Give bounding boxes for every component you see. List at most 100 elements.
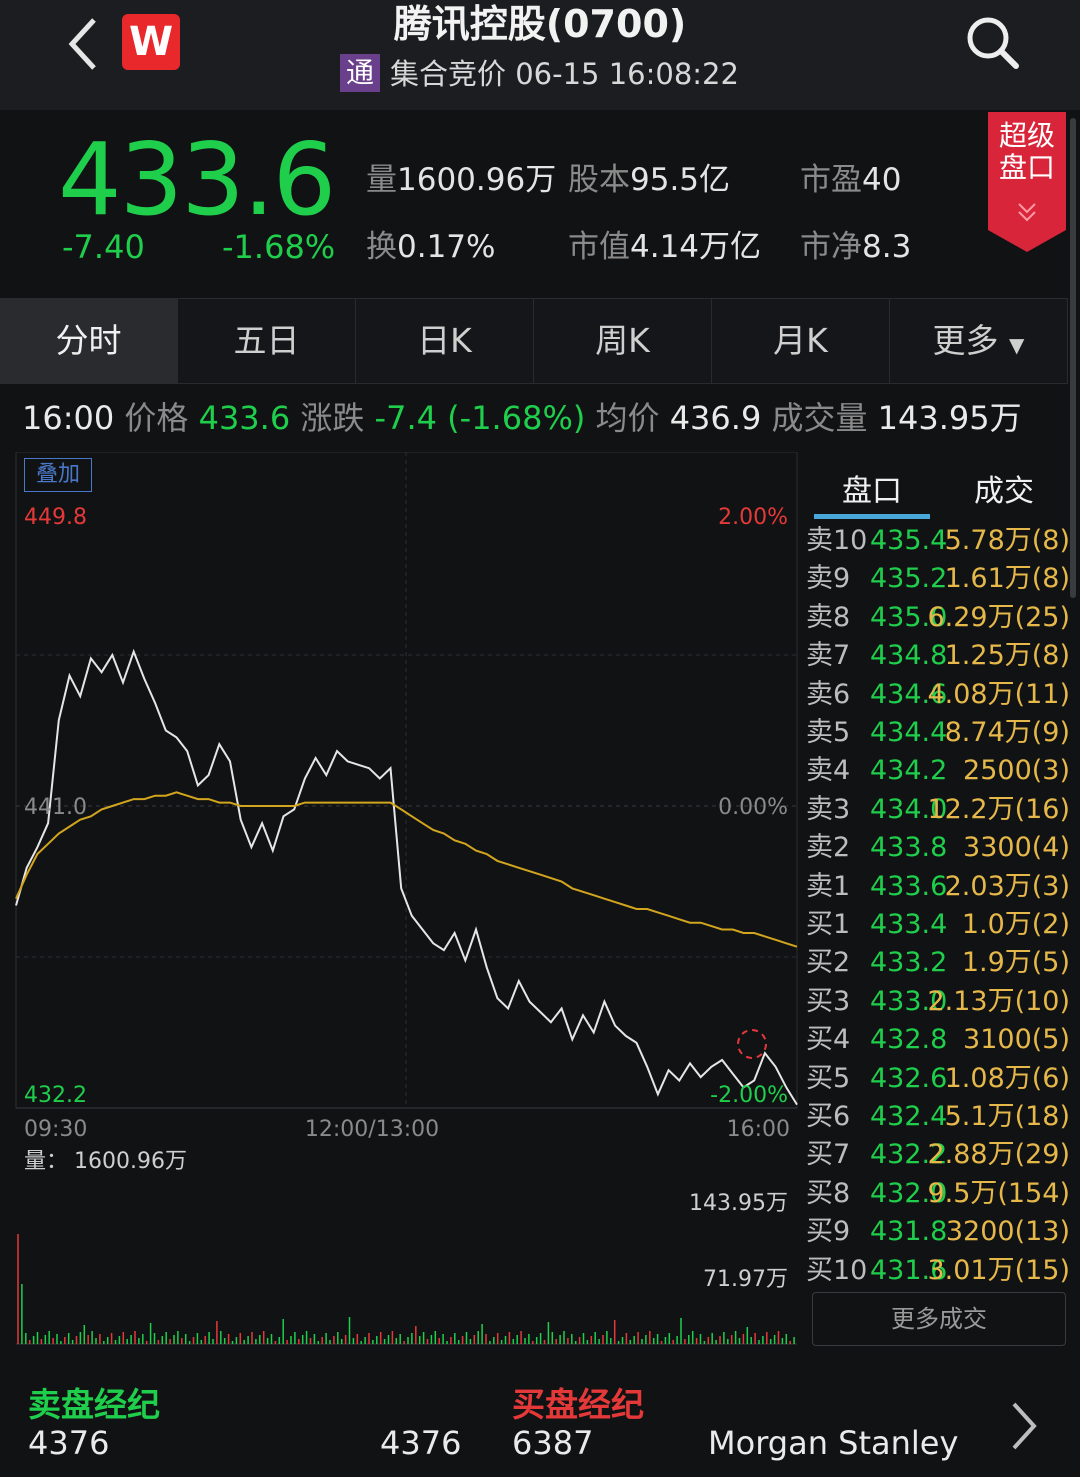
tab-monthly-k[interactable]: 月K [712,299,890,383]
stat-pe: 市盈40 [800,162,902,198]
tab-orderbook[interactable]: 盘口 [812,466,932,510]
info-time: 16:00 [22,399,115,437]
tab-daily-k[interactable]: 日K [356,299,534,383]
orderbook-price: 433.2 [870,947,948,979]
orderbook-price: 435.2 [870,563,948,595]
orderbook-volume: 3300(4) [963,832,1070,864]
super-orderbook-button[interactable]: 超级 盘口 [988,112,1066,252]
orderbook-level: 买2 [806,947,851,979]
orderbook-level: 买9 [806,1216,851,1248]
connect-badge: 通 [340,54,380,92]
orderbook-row[interactable]: 买8 432.0 9.5万(154) [806,1175,1074,1213]
orderbook-price: 433.4 [870,909,948,940]
orderbook-row[interactable]: 买5 432.6 1.08万(6) [806,1060,1074,1098]
more-trades-button[interactable]: 更多成交 [812,1292,1066,1346]
intraday-chart[interactable]: 449.8 2.00% 441.0 0.00% 432.2 -2.00% 09:30 12:0… [0,452,800,1352]
orderbook-level: 卖1 [806,870,851,902]
orderbook-level: 卖10 [806,525,868,556]
period-tabs: 分时 五日 日K 周K 月K 更多 ▼ [0,298,1068,384]
orderbook-row[interactable]: 买1 433.4 1.0万(2) [806,906,1074,944]
x-label-open: 09:30 [24,1117,87,1142]
orderbook-row[interactable]: 卖3 434.0 12.2万(16) [806,791,1074,829]
orderbook-level: 卖2 [806,832,851,864]
tab-five-day[interactable]: 五日 [178,299,356,383]
orderbook-row[interactable]: 卖7 434.8 1.25万(8) [806,637,1074,675]
orderbook-row[interactable]: 买3 433.0 2.13万(10) [806,983,1074,1021]
orderbook-level: 卖6 [806,678,851,710]
orderbook-row[interactable]: 买2 433.2 1.9万(5) [806,944,1074,982]
market-status: 通集合竞价 06-15 16:08:22 [340,54,739,94]
orderbook-level: 买3 [806,985,851,1017]
pct-min-label: -2.00% [710,1083,788,1108]
orderbook-level: 买4 [806,1024,851,1056]
orderbook-level: 卖5 [806,717,851,748]
orderbook-tab-underline [814,514,930,519]
orderbook-row[interactable]: 卖5 434.4 8.74万(9) [806,714,1074,752]
orderbook-row[interactable]: 买7 432.2 2.88万(29) [806,1136,1074,1174]
orderbook-row[interactable]: 卖1 433.6 2.03万(3) [806,868,1074,906]
tab-more-label: 更多 [932,321,999,360]
buy-broker-1: 6387 [512,1424,594,1462]
orderbook-row[interactable]: 卖10 435.4 5.78万(8) [806,522,1074,560]
tab-weekly-k[interactable]: 周K [534,299,712,383]
orderbook-volume: 1.08万(6) [944,1062,1070,1094]
orderbook-row[interactable]: 买9 431.8 3200(13) [806,1213,1074,1251]
orderbook-price: 432.8 [870,1024,948,1056]
orderbook-volume: 3.01万(15) [927,1254,1070,1286]
orderbook-row[interactable]: 卖6 434.6 4.08万(11) [806,676,1074,714]
tab-trades[interactable]: 成交 [944,466,1064,510]
orderbook-volume: 3200(13) [945,1216,1070,1248]
info-avg-label: 均价 [595,399,660,437]
stat-volume: 量1600.96万 [366,162,557,198]
search-icon[interactable] [962,12,1022,72]
tab-intraday[interactable]: 分时 [0,299,178,383]
orderbook-volume: 6.29万(25) [927,601,1070,633]
dropdown-arrow-icon: ▼ [1009,333,1025,357]
orderbook-level: 买1 [806,909,851,940]
status-text: 集合竞价 06-15 16:08:22 [390,57,739,91]
info-volume-label: 成交量 [771,399,868,437]
orderbook-volume: 2.13万(10) [927,985,1070,1017]
y-min-label: 432.2 [24,1083,87,1108]
info-price-label: 价格 [124,399,189,437]
buy-broker-title: 买盘经纪 [512,1385,644,1424]
tab-more[interactable]: 更多 ▼ [890,299,1068,383]
orderbook-volume: 5.78万(8) [944,525,1070,556]
stat-share-capital: 股本95.5亿 [568,162,731,198]
stat-turnover: 换0.17% [366,229,496,265]
page-title: 腾讯控股(0700) [393,2,687,46]
orderbook-volume: 5.1万(18) [944,1101,1070,1132]
orderbook-level: 买5 [806,1062,851,1094]
info-avg: 436.9 [669,399,762,437]
crosshair-marker-icon [737,1029,767,1059]
info-price: 433.6 [198,399,291,437]
orderbook-row[interactable]: 卖2 433.8 3300(4) [806,829,1074,867]
overlay-button[interactable]: 叠加 [24,458,92,492]
orderbook-price: 434.2 [870,755,948,787]
orderbook-row[interactable]: 卖4 434.2 2500(3) [806,752,1074,790]
orderbook-price: 432.6 [870,1062,948,1094]
orderbook-price: 435.4 [870,525,948,556]
orderbook-row[interactable]: 卖8 435.0 6.29万(25) [806,599,1074,637]
orderbook-volume: 1.25万(8) [944,640,1070,672]
info-change: -7.4 (-1.68%) [374,399,586,437]
stat-pb: 市净8.3 [800,229,912,265]
orderbook-volume: 2500(3) [963,755,1070,787]
chevron-right-icon[interactable] [1006,1400,1040,1452]
y-mid-label: 441.0 [24,795,87,820]
orderbook-row[interactable]: 买10 431.6 3.01万(15) [806,1252,1074,1290]
volume-total: 1600.96万 [74,1149,187,1174]
scrollbar[interactable] [1070,118,1076,598]
price-change-pct: -1.68% [222,228,336,266]
volume-title: 量： [24,1149,68,1174]
orderbook-price: 432.4 [870,1101,948,1132]
top-bar: W 腾讯控股(0700) 通集合竞价 06-15 16:08:22 [0,0,1080,110]
orderbook-row[interactable]: 买6 432.4 5.1万(18) [806,1098,1074,1136]
orderbook-volume: 1.0万(2) [961,909,1070,940]
orderbook-level: 买6 [806,1101,851,1132]
orderbook-level: 卖9 [806,563,851,595]
orderbook-row[interactable]: 买4 432.8 3100(5) [806,1021,1074,1059]
stat-market-cap: 市值4.14万亿 [568,229,762,265]
orderbook-price: 431.8 [870,1216,948,1248]
orderbook-row[interactable]: 卖9 435.2 1.61万(8) [806,560,1074,598]
